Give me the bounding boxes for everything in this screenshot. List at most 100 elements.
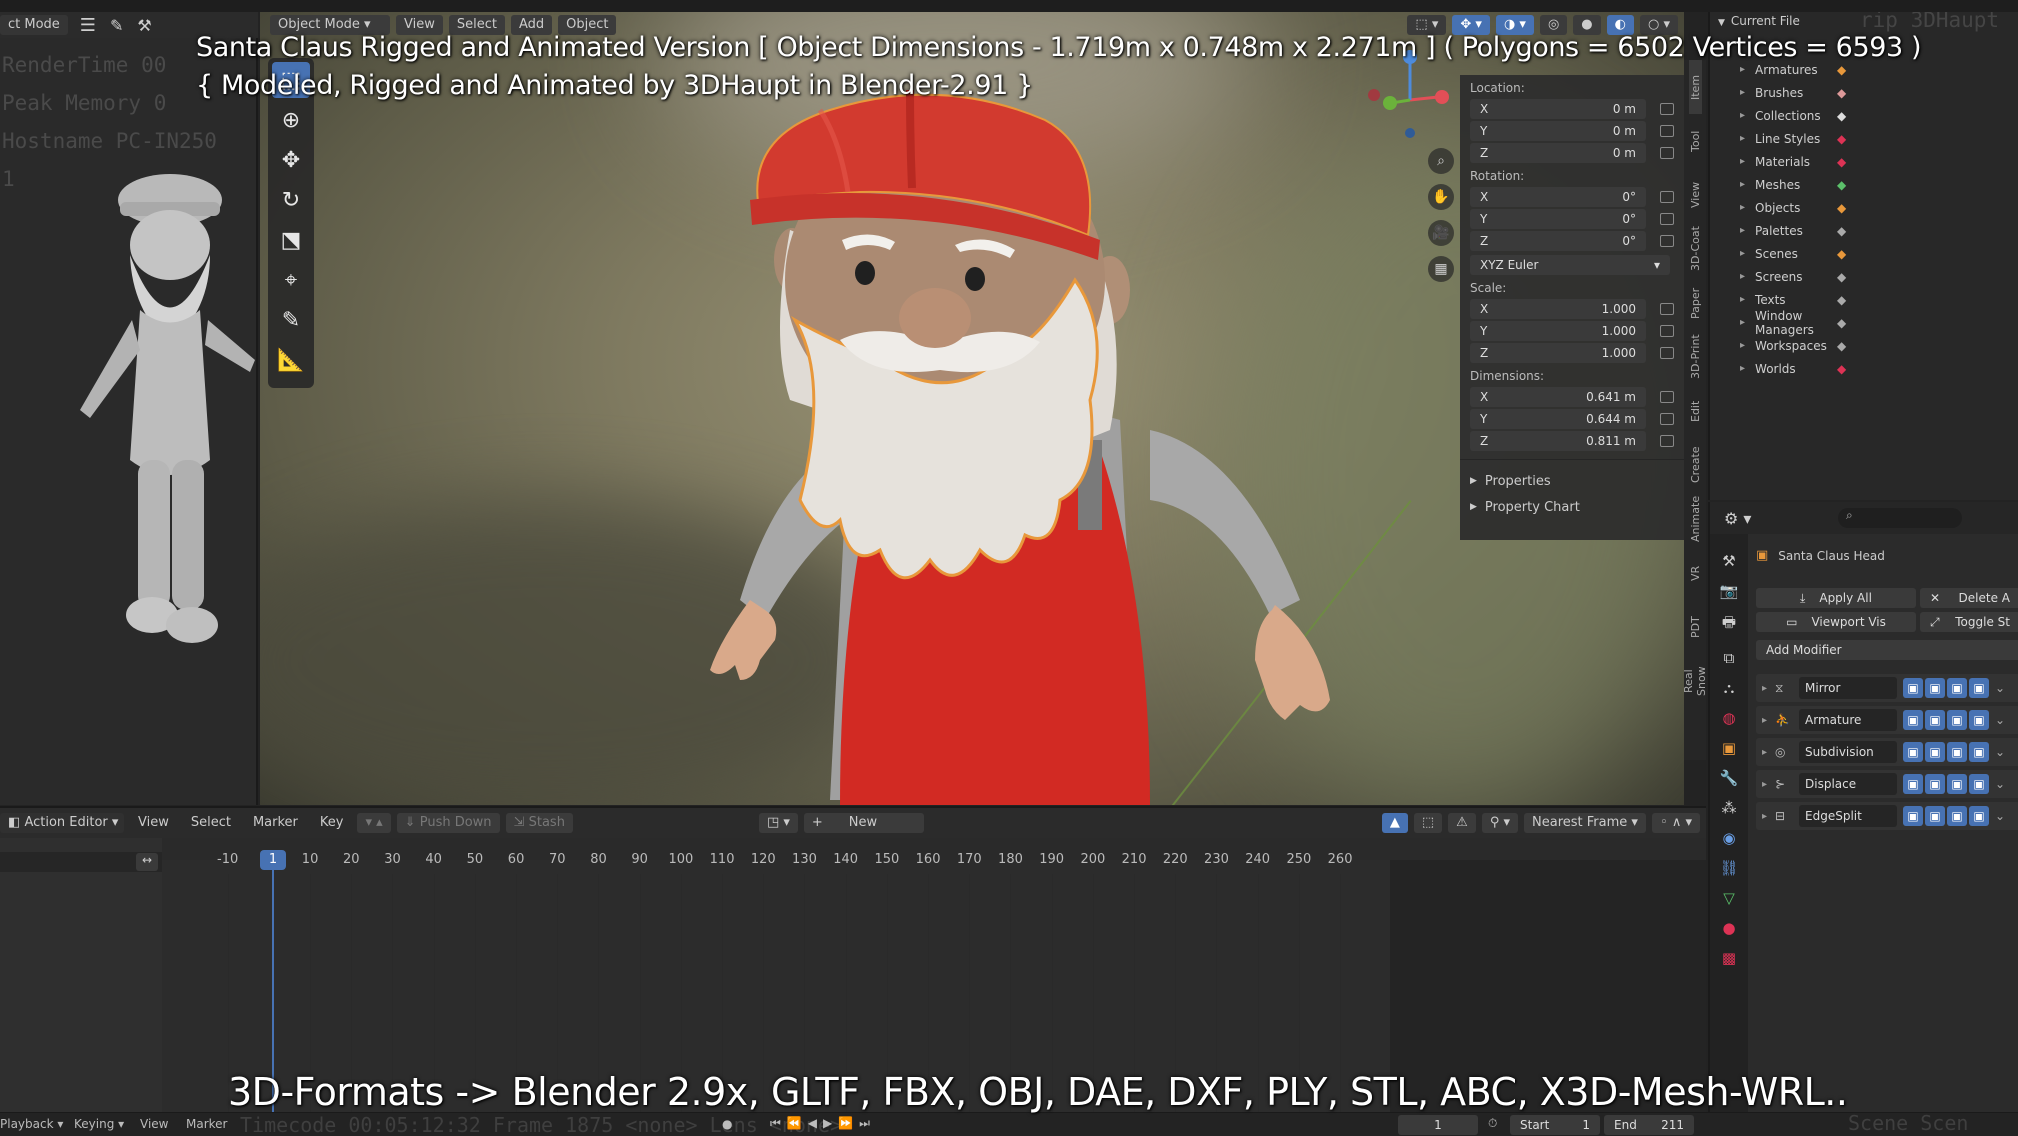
toggle-stack-button[interactable]: ⤢ Toggle St [1920,612,2018,632]
location-y-field[interactable]: Y 0 m [1470,121,1646,141]
expand-arrow-icon[interactable]: ▸ [1740,202,1745,213]
zoom-icon[interactable]: ⌕ [1428,148,1454,174]
expand-arrow-icon[interactable]: ▸ [1740,225,1745,236]
n-panel-tab[interactable]: Edit [1689,384,1702,438]
dimensions-x-field[interactable]: X 0.641 m [1470,387,1646,407]
keying-menu[interactable]: Keying ▾ [74,1117,124,1131]
render-toggle-icon[interactable]: ▣ [1969,806,1990,826]
view-layer-tab-icon[interactable]: ⧉ [1724,649,1735,667]
outliner-header[interactable]: ▼ Current File [1718,14,1800,28]
outliner-item[interactable]: ▸ Brushes ◆ [1740,81,2010,104]
lock-icon[interactable] [1660,391,1674,403]
expand-arrow-icon[interactable]: ▸ [1762,683,1767,694]
texture-tab-icon[interactable]: ▩ [1722,949,1736,967]
dimensions-z-field[interactable]: Z 0.811 m [1470,431,1646,451]
constraints-tab-icon[interactable]: ⛓ [1719,859,1738,877]
outliner-item[interactable]: ▸ Line Styles ◆ [1740,127,2010,150]
n-panel-tab[interactable]: View [1689,168,1702,222]
outliner-item[interactable]: ▸ Worlds ◆ [1740,357,2010,380]
render-toggle-icon[interactable]: ▣ [1969,742,1990,762]
outliner-item[interactable]: ▸ Screens ◆ [1740,265,2010,288]
swap-icon[interactable]: ↔ [136,853,158,871]
scale-z-field[interactable]: Z 1.000 [1470,343,1646,363]
outliner-item[interactable]: ▸ Objects ◆ [1740,196,2010,219]
n-panel-tab[interactable]: Animate [1689,492,1702,546]
lock-icon[interactable] [1660,325,1674,337]
modifier-tab-icon[interactable]: 🔧 [1720,769,1739,787]
editor-type-icon[interactable]: ⚙ ▾ [1724,509,1751,528]
expand-arrow-icon[interactable]: ▸ [1740,87,1745,98]
n-panel-tab[interactable]: Tool [1689,114,1702,168]
outliner-item[interactable]: ▸ Window Managers ◆ [1740,309,2010,337]
brush-icon[interactable]: ✎ [110,16,123,35]
measure-tool-icon[interactable]: 📐 [272,342,310,378]
modifier-name[interactable]: Armature [1799,709,1898,731]
render-toggle-icon[interactable]: ▣ [1969,678,1990,698]
ae-menu-select[interactable]: Select [183,813,239,833]
viewport-toggle-icon[interactable]: ▣ [1947,710,1968,730]
outliner-item[interactable]: ▸ Materials ◆ [1740,150,2010,173]
lock-icon[interactable] [1660,347,1674,359]
properties-search[interactable]: ⌕ [1838,508,1962,528]
expand-arrow-icon[interactable]: ▸ [1740,64,1745,75]
add-modifier-dropdown[interactable]: Add Modifier [1756,640,2018,660]
scene-tab-icon[interactable]: ⛬ [1724,679,1735,697]
annotate-tool-icon[interactable]: ✎ [272,302,310,338]
marker-menu[interactable]: Marker [186,1117,227,1131]
grid-icon[interactable]: ▦ [1428,256,1454,282]
n-panel-tab[interactable]: PDT [1689,600,1702,654]
modifier-panel[interactable]: ▸ ⊟ EdgeSplit ▣ ▣ ▣ ▣ ⌄ [1756,802,2018,830]
modifier-name[interactable]: Subdivision [1799,741,1898,763]
ae-nav-arrows[interactable]: ▾ ▴ [357,813,391,833]
pan-icon[interactable]: ✋ [1428,184,1454,210]
scale-tool-icon[interactable]: ⬔ [272,222,310,258]
outliner-item[interactable]: ▸ Scenes ◆ [1740,242,2010,265]
dimensions-y-field[interactable]: Y 0.644 m [1470,409,1646,429]
rotation-z-field[interactable]: Z 0° [1470,231,1646,251]
left-mode-dropdown[interactable]: ct Mode [0,15,68,35]
viewport-toggle-icon[interactable]: ▣ [1947,774,1968,794]
clock-icon[interactable]: ⏱ [1488,1116,1497,1131]
expand-arrow-icon[interactable]: ▸ [1740,363,1745,374]
outliner-item[interactable]: ▸ Collections ◆ [1740,104,2010,127]
particles-tab-icon[interactable]: ⁂ [1722,799,1737,817]
lock-icon[interactable] [1660,191,1674,203]
chevron-down-icon[interactable]: ⌄ [1995,777,2005,791]
modifier-name[interactable]: Displace [1799,773,1898,795]
n-panel-tab[interactable]: Item [1688,60,1702,114]
modifier-panel[interactable]: ▸ ⊱ Displace ▣ ▣ ▣ ▣ ⌄ [1756,770,2018,798]
editor-mode-dropdown[interactable]: ◧ Action Editor ▾ [0,813,124,833]
cage-toggle-icon[interactable]: ▣ [1925,806,1946,826]
expand-arrow-icon[interactable]: ▸ [1740,110,1745,121]
world-tab-icon[interactable]: ◍ [1722,709,1735,727]
lock-icon[interactable] [1660,235,1674,247]
start-frame-field[interactable]: Start 1 [1510,1115,1600,1135]
new-action-button[interactable]: + New [803,813,924,833]
editmode-toggle-icon[interactable]: ▣ [1903,742,1924,762]
render-toggle-icon[interactable]: ▣ [1969,710,1990,730]
record-button[interactable]: ● [722,1117,732,1131]
expand-arrow-icon[interactable]: ▸ [1740,248,1745,259]
expand-arrow-icon[interactable]: ▸ [1740,271,1745,282]
output-tab-icon[interactable]: 🖶 [1722,612,1736,637]
proportional-toggle[interactable]: ◦ ∧ ▾ [1652,813,1700,833]
outliner-item[interactable]: ▸ Meshes ◆ [1740,173,2010,196]
current-frame-field[interactable]: 1 [1398,1115,1478,1135]
location-x-field[interactable]: X 0 m [1470,99,1646,119]
lock-icon[interactable] [1660,103,1674,115]
rotate-tool-icon[interactable]: ↻ [272,182,310,218]
filter-only-selected[interactable]: ▲ [1381,813,1408,833]
cage-toggle-icon[interactable]: ▣ [1925,742,1946,762]
outliner-item[interactable]: ▸ Palettes ◆ [1740,219,2010,242]
action-browse-dropdown[interactable]: ◳ ▾ [758,813,798,833]
n-panel-tab[interactable]: 3D-Print [1689,330,1702,384]
expand-arrow-icon[interactable]: ▸ [1762,715,1767,726]
lock-icon[interactable] [1660,147,1674,159]
expand-arrow-icon[interactable]: ▸ [1762,811,1767,822]
lock-icon[interactable] [1660,213,1674,225]
playhead-handle[interactable]: 1 [260,850,286,870]
n-panel-tab[interactable]: Real Snow [1682,654,1708,708]
property-chart-subpanel[interactable]: ▶ Property Chart [1470,494,1680,520]
view-menu[interactable]: View [140,1117,168,1131]
modifier-name[interactable]: EdgeSplit [1799,805,1898,827]
